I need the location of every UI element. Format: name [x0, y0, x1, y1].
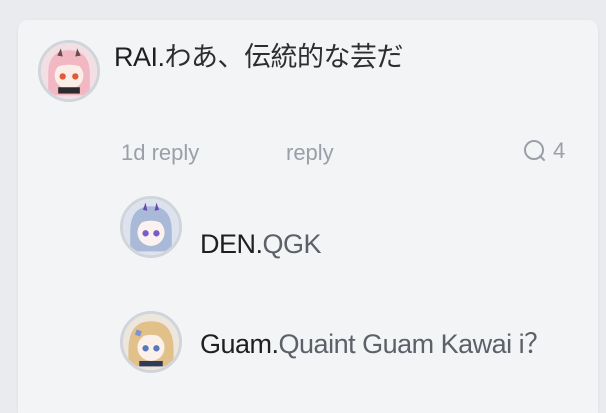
avatar-guam[interactable] [120, 311, 182, 373]
anime-avatar-blue-hair-icon [123, 199, 179, 255]
speech-bubble-icon [524, 140, 545, 161]
reply-message-2: Quaint Guam Kawai i？ [278, 329, 552, 359]
comment-card: RAI.わあ、伝統的な芸だ 1d reply reply 4 DEN.QGK G… [18, 20, 598, 413]
reply-button[interactable]: reply [286, 140, 334, 166]
comment-text: RAI.わあ、伝統的な芸だ [114, 42, 404, 72]
anime-avatar-blonde-hair-icon [123, 314, 179, 370]
reply-author-1[interactable]: DEN. [200, 229, 263, 259]
reply-text-2: Guam.Quaint Guam Kawai i？ [200, 330, 560, 358]
reply-message-1: QGK [262, 229, 322, 259]
comment-message: わあ、伝統的な芸だ [164, 42, 404, 72]
avatar-rai[interactable] [38, 40, 100, 102]
comment-author[interactable]: RAI. [114, 42, 165, 72]
anime-avatar-pink-hair-icon [41, 43, 97, 99]
comment-time: 1d reply [121, 140, 200, 165]
reply-count-button[interactable]: 4 [523, 138, 565, 164]
reply-text-1: DEN.QGK [200, 229, 322, 259]
reply-author-2[interactable]: Guam. [200, 329, 279, 359]
reply-count-value: 4 [553, 138, 566, 163]
avatar-den[interactable] [120, 196, 182, 258]
